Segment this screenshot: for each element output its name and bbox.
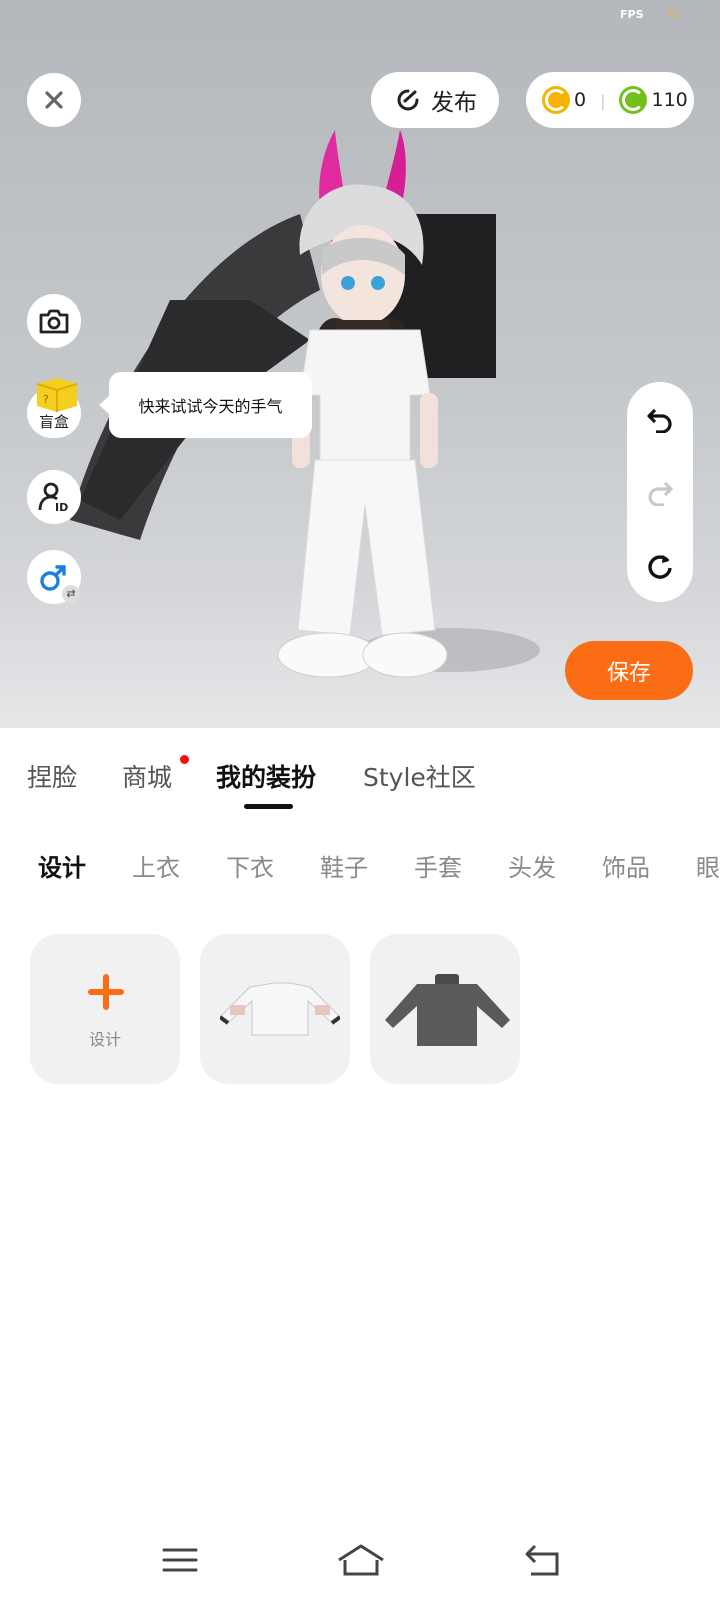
active-tab-indicator xyxy=(244,804,293,809)
menu-icon[interactable] xyxy=(150,1530,210,1590)
edit-history-toolbar xyxy=(627,382,693,602)
gray-turtleneck-item xyxy=(385,974,510,1046)
green-coin-count: 110 xyxy=(651,89,688,111)
close-button[interactable] xyxy=(27,73,81,127)
gender-switch-button[interactable]: ⇄ xyxy=(27,550,81,604)
close-icon xyxy=(45,91,63,109)
svg-text:ID: ID xyxy=(55,501,68,514)
category-design[interactable]: 设计 xyxy=(38,848,86,882)
white-tshirt-item xyxy=(220,982,340,1036)
shop-notification-dot xyxy=(180,755,189,764)
outfit-tile-gray-turtleneck[interactable] xyxy=(370,934,520,1084)
coin-divider: | xyxy=(600,90,606,110)
save-button[interactable]: 保存 xyxy=(565,641,693,700)
svg-text:?: ? xyxy=(43,393,49,406)
camera-button[interactable] xyxy=(27,294,81,348)
blindbox-icon: ? xyxy=(36,378,78,412)
category-accessories[interactable]: 饰品 xyxy=(602,848,650,882)
currency-balance[interactable]: 0 | 110 xyxy=(526,72,694,128)
fps-label: FPS xyxy=(620,8,644,21)
green-coin-icon xyxy=(619,86,648,114)
main-tabs: 捏脸 商城 我的装扮 Style社区 xyxy=(0,758,720,798)
publish-icon xyxy=(397,89,419,111)
camera-icon xyxy=(39,309,69,334)
category-bottoms[interactable]: 下衣 xyxy=(226,848,274,882)
plus-icon xyxy=(88,974,124,1010)
blindbox-tooltip: 快来试试今天的手气 xyxy=(99,372,312,438)
design-tile-label: 设计 xyxy=(88,1030,121,1049)
tab-shop[interactable]: 商城 xyxy=(122,758,172,794)
design-new-tile[interactable]: 设计 xyxy=(30,934,180,1084)
back-icon[interactable] xyxy=(513,1530,573,1590)
gold-coin-count: 0 xyxy=(574,89,587,111)
category-tabs: 设计 上衣 下衣 鞋子 手套 头发 饰品 眼 xyxy=(0,848,720,882)
category-shoes[interactable]: 鞋子 xyxy=(320,848,368,882)
publish-button[interactable]: 发布 xyxy=(371,72,499,128)
home-icon[interactable] xyxy=(331,1530,391,1590)
category-tops[interactable]: 上衣 xyxy=(132,848,180,882)
tab-my-outfits[interactable]: 我的装扮 xyxy=(216,758,316,794)
category-gloves[interactable]: 手套 xyxy=(414,848,462,882)
category-hair[interactable]: 头发 xyxy=(508,848,556,882)
undo-icon[interactable] xyxy=(646,405,674,433)
category-eyes[interactable]: 眼 xyxy=(696,848,720,882)
tooltip-text: 快来试试今天的手气 xyxy=(138,397,283,416)
avatar-scene[interactable]: FPS 72 发布 0 | 110 盲盒 ? 快来试试今天的手气 ID ⇄ 保存 xyxy=(0,0,720,728)
tab-style-community[interactable]: Style社区 xyxy=(363,758,476,794)
reset-icon[interactable] xyxy=(646,551,674,580)
outfit-tile-white-tshirt[interactable] xyxy=(200,934,350,1084)
redo-icon[interactable] xyxy=(646,478,674,506)
tab-face[interactable]: 捏脸 xyxy=(27,758,77,794)
swap-icon: ⇄ xyxy=(62,585,80,603)
publish-label: 发布 xyxy=(431,90,477,116)
avatar-id-icon: ID xyxy=(38,482,68,514)
avatar-id-button[interactable]: ID xyxy=(27,470,81,524)
gold-coin-icon xyxy=(542,86,570,114)
save-label: 保存 xyxy=(606,660,651,686)
fps-value: 72 xyxy=(665,8,681,21)
